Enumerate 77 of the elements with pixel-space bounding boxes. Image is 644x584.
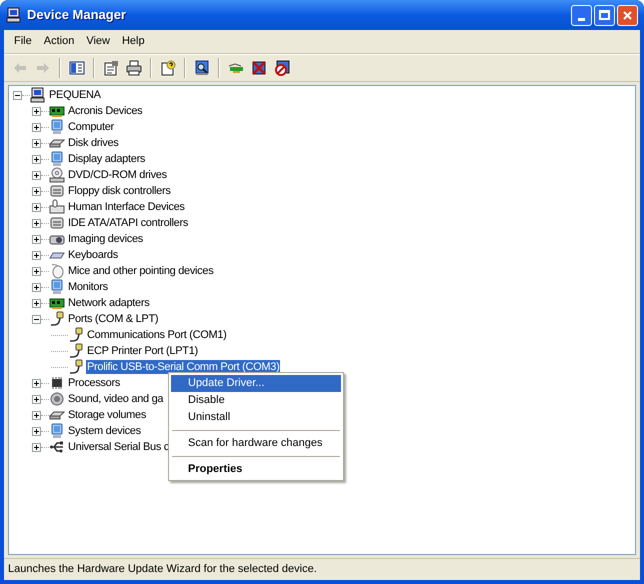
expand-icon[interactable] bbox=[32, 298, 41, 308]
mouse-icon bbox=[49, 263, 65, 279]
expand-icon[interactable] bbox=[32, 138, 41, 148]
chip-icon bbox=[49, 375, 65, 391]
printer-icon[interactable] bbox=[124, 58, 144, 78]
tree-item[interactable]: Imaging devices bbox=[67, 232, 144, 246]
expand-icon[interactable] bbox=[32, 234, 41, 244]
tree-item[interactable]: Acronis Devices bbox=[67, 104, 144, 118]
expand-icon[interactable] bbox=[32, 410, 41, 420]
serial-port-icon bbox=[68, 327, 84, 343]
keyboard-mouse-icon bbox=[49, 199, 65, 215]
close-button[interactable] bbox=[617, 4, 638, 26]
menu-item[interactable]: View bbox=[80, 33, 116, 50]
close-icon bbox=[622, 10, 633, 20]
context-menu-item[interactable]: Scan for hardware changes bbox=[171, 435, 341, 452]
serial-port-icon bbox=[68, 359, 84, 375]
monitor-icon bbox=[49, 423, 65, 439]
tree-item[interactable]: Processors bbox=[67, 376, 122, 390]
tree-item[interactable]: PEQUENA bbox=[48, 88, 102, 102]
monitor-icon bbox=[49, 151, 65, 167]
context-menu-item[interactable]: Disable bbox=[171, 392, 341, 409]
serial-port-icon bbox=[68, 343, 84, 359]
menu-item[interactable]: Action bbox=[38, 33, 80, 50]
tree-item[interactable]: ECP Printer Port (LPT1) bbox=[86, 344, 199, 358]
expand-icon[interactable] bbox=[32, 218, 41, 228]
expand-icon[interactable] bbox=[32, 266, 41, 276]
menu-item[interactable]: Help bbox=[116, 33, 151, 50]
speaker-icon bbox=[49, 391, 65, 407]
maximize-button[interactable] bbox=[594, 4, 615, 26]
expand-icon[interactable] bbox=[32, 154, 41, 164]
collapse-icon[interactable] bbox=[13, 90, 22, 100]
window-title: Device Manager bbox=[27, 6, 126, 24]
status-text: Launches the Hardware Update Wizard for the selected device. bbox=[8, 562, 317, 578]
monitor-icon bbox=[49, 119, 65, 135]
tree-item[interactable]: Disk drives bbox=[67, 136, 120, 150]
expand-icon[interactable] bbox=[32, 378, 41, 388]
tree-item[interactable]: Storage volumes bbox=[67, 408, 148, 422]
tree-item[interactable]: Communications Port (COM1) bbox=[86, 328, 228, 342]
tree-item[interactable]: IDE ATA/ATAPI controllers bbox=[67, 216, 190, 230]
expand-icon[interactable] bbox=[32, 122, 41, 132]
usb-icon bbox=[49, 439, 65, 455]
minimize-button[interactable] bbox=[571, 4, 592, 26]
tree-item[interactable]: Monitors bbox=[67, 280, 109, 294]
context-menu-item[interactable]: Uninstall bbox=[171, 409, 341, 426]
tree-item[interactable]: Computer bbox=[67, 120, 115, 134]
tree-item[interactable]: Floppy disk controllers bbox=[67, 184, 172, 198]
expand-icon[interactable] bbox=[32, 442, 41, 452]
menu-item[interactable]: File bbox=[8, 33, 38, 50]
context-menu-item[interactable]: Update Driver... bbox=[171, 375, 341, 392]
expand-icon[interactable] bbox=[32, 250, 41, 260]
expand-icon[interactable] bbox=[32, 282, 41, 292]
tree-item[interactable]: Prolific USB-to-Serial Comm Port (COM3) bbox=[86, 360, 280, 374]
context-menu-item[interactable]: Properties bbox=[171, 461, 341, 478]
expand-icon[interactable] bbox=[32, 186, 41, 196]
monitor-icon bbox=[49, 279, 65, 295]
tree-item[interactable]: Mice and other pointing devices bbox=[67, 264, 214, 278]
tree-item[interactable]: System devices bbox=[67, 424, 142, 438]
tree-item[interactable]: Sound, video and ga bbox=[67, 392, 164, 406]
serial-port-icon bbox=[49, 311, 65, 327]
tree-item[interactable]: Ports (COM & LPT) bbox=[67, 312, 160, 326]
tree-item[interactable]: Display adapters bbox=[67, 152, 146, 166]
cd-drive-icon bbox=[49, 167, 65, 183]
tree-item[interactable]: DVD/CD-ROM drives bbox=[67, 168, 168, 182]
tree-item[interactable]: Human Interface Devices bbox=[67, 200, 186, 214]
computer-icon bbox=[6, 7, 22, 23]
expand-icon[interactable] bbox=[32, 202, 41, 212]
expand-icon[interactable] bbox=[32, 394, 41, 404]
expand-icon[interactable] bbox=[32, 426, 41, 436]
expand-icon[interactable] bbox=[32, 170, 41, 180]
prohibited-icon[interactable] bbox=[272, 58, 292, 78]
controller-icon bbox=[49, 183, 65, 199]
computer-icon bbox=[30, 87, 46, 103]
expand-icon[interactable] bbox=[32, 106, 41, 116]
collapse-icon[interactable] bbox=[32, 314, 41, 324]
controller-icon bbox=[49, 215, 65, 231]
tree-item[interactable]: Keyboards bbox=[67, 248, 119, 262]
tree-item[interactable]: Network adapters bbox=[67, 296, 150, 310]
